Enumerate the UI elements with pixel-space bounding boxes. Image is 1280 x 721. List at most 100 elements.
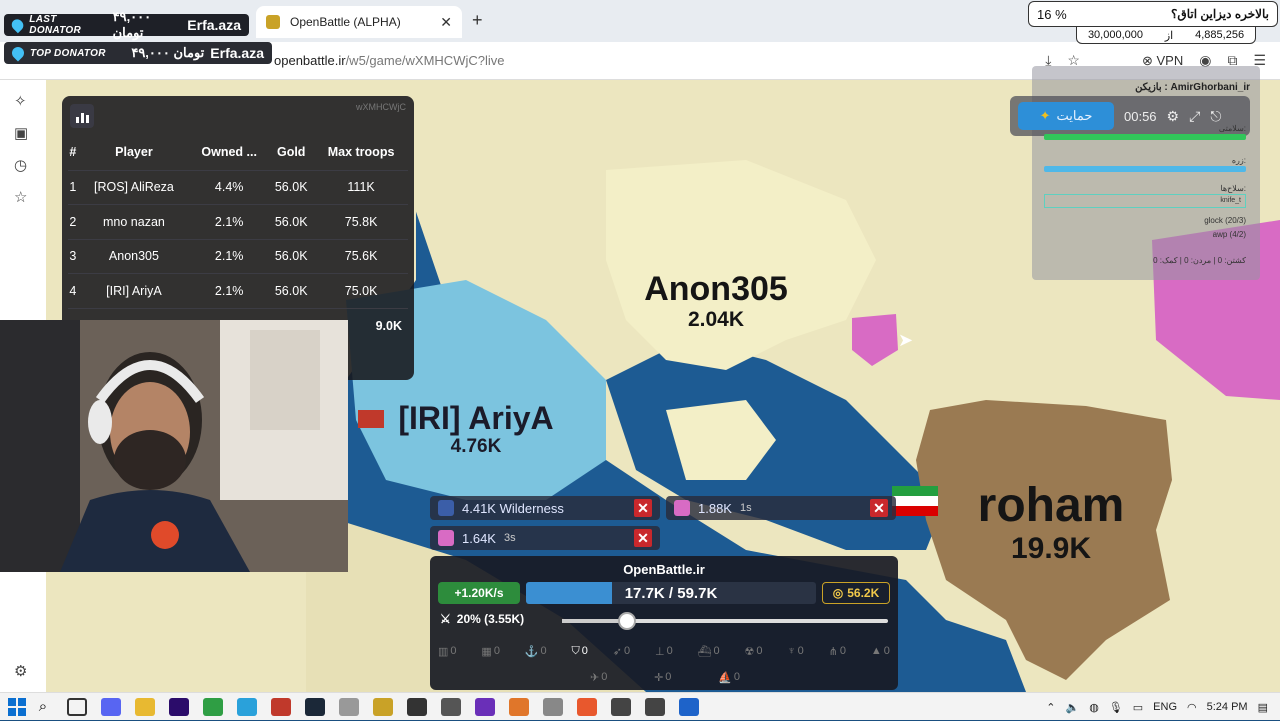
build-count: 0: [756, 645, 763, 657]
top-donator-banner: TOP DONATOR ۴۹,۰۰۰ تومان Erfa.aza: [4, 42, 272, 64]
attack-row-2[interactable]: 1.88K 1s ✕: [666, 496, 896, 520]
build-city-button[interactable]: ▥ 0: [438, 640, 457, 662]
boat-icon: [438, 500, 454, 516]
build-nuke-button[interactable]: ☢ 0: [745, 640, 763, 662]
app-icon[interactable]: [509, 697, 529, 716]
leaderboard-chart-icon[interactable]: [70, 104, 94, 128]
build-mirv-button[interactable]: ⋔ 0: [829, 640, 846, 662]
mic-icon[interactable]: 🎙: [1109, 701, 1123, 714]
build-port-button[interactable]: ⚓ 0: [525, 640, 547, 662]
tab-openbattle[interactable]: OpenBattle (ALPHA) ✕: [256, 6, 462, 38]
table-row[interactable]: 2 mno nazan 2.1% 56.0K 75.8K: [68, 204, 408, 239]
table-row[interactable]: 4 [IRI] AriyA 2.1% 56.0K 75.0K: [68, 273, 408, 308]
build-warship-button[interactable]: ⛴ 0: [698, 640, 720, 662]
windows-start-icon[interactable]: [8, 697, 26, 716]
attack-ratio-slider[interactable]: [562, 612, 888, 630]
task-view-icon[interactable]: [67, 697, 87, 716]
unit-button-1[interactable]: ✈ 0: [590, 668, 607, 686]
build-hbomb-button[interactable]: ♆ 0: [787, 640, 803, 662]
gold-cell: 56.0K: [268, 273, 315, 308]
clock[interactable]: 5:24 PM: [1207, 701, 1248, 713]
weapons-label: سلاح‌ها:: [1220, 184, 1246, 193]
game-overlay-panel: بازیکن : AmirGhorbani_ir ✦ حمایت 00:56 ⚙…: [1010, 66, 1260, 280]
ai-sparkle-icon[interactable]: ✧: [14, 92, 27, 110]
table-row[interactable]: 1 [ROS] AliReza 4.4% 56.0K 111K: [68, 169, 408, 205]
favorites-icon[interactable]: ☆: [14, 188, 27, 206]
poll-progress: 30,000,000 از 4,885,256: [1076, 26, 1256, 44]
windows-taskbar: ⌕ ⌃ 🔈 ◍ 🎙 ▭ ENG ◠ 5:24 PM ▤: [0, 692, 1280, 720]
app-icon[interactable]: [611, 697, 631, 716]
player-troops-ariya: 4.76K: [450, 436, 502, 457]
fullscreen-icon[interactable]: ⤢: [1189, 108, 1200, 125]
build-missile-button[interactable]: ➶ 0: [613, 640, 630, 662]
app-icon[interactable]: [679, 697, 699, 716]
support-button[interactable]: ✦ حمایت: [1018, 102, 1114, 130]
terminal-icon[interactable]: [441, 697, 461, 716]
unit-button-2[interactable]: ✛ 0: [654, 668, 671, 686]
build-sam-button[interactable]: ▲ 0: [871, 640, 890, 662]
exit-icon[interactable]: ⎋: [1210, 108, 1221, 125]
weapon-slot-current[interactable]: knife_t: [1044, 194, 1246, 208]
volume-icon[interactable]: 🔈: [1065, 701, 1079, 714]
weapon-slot-2[interactable]: glock (20/3): [1204, 216, 1246, 225]
wifi-icon[interactable]: ◠: [1187, 701, 1197, 714]
network-icon[interactable]: ◍: [1089, 701, 1099, 714]
openbattle-app-icon[interactable]: [373, 697, 393, 716]
build-factory-button[interactable]: ▦ 0: [481, 640, 500, 662]
slider-knob[interactable]: [618, 612, 637, 630]
unit-count: 0: [733, 671, 740, 683]
last-donator-label: LAST DONATOR: [29, 14, 82, 36]
col-player[interactable]: Player: [78, 134, 190, 170]
discord-icon[interactable]: [101, 697, 121, 716]
build-count: 0: [713, 645, 720, 657]
col-rank[interactable]: #: [68, 134, 78, 170]
app-icon[interactable]: [543, 697, 563, 716]
build-silo-button[interactable]: ⊥ 0: [655, 640, 673, 662]
plane-icon: ✈: [590, 671, 600, 684]
language-indicator[interactable]: ENG: [1153, 701, 1177, 713]
app-icon[interactable]: [645, 697, 665, 716]
rank-cell: 1: [68, 169, 78, 205]
unit-button-3[interactable]: ⛵ 0: [718, 668, 740, 686]
col-gold[interactable]: Gold: [268, 134, 314, 170]
iri-flag-icon: [358, 410, 384, 428]
search-icon[interactable]: ⌕: [33, 698, 53, 716]
telegram-icon[interactable]: [237, 697, 257, 716]
attack-row-wilderness[interactable]: 4.41K Wilderness ✕: [430, 496, 660, 520]
gold-cell: 56.0K: [268, 238, 315, 274]
rider-icon[interactable]: [475, 697, 495, 716]
settings-gear-icon[interactable]: ⚙: [14, 662, 27, 680]
history-icon[interactable]: ◷: [14, 156, 27, 174]
chrome-icon[interactable]: [203, 697, 223, 716]
cancel-attack-button[interactable]: ✕: [634, 499, 652, 517]
build-defense-button[interactable]: ⛉ 0: [572, 640, 588, 662]
app-icon[interactable]: [271, 697, 291, 716]
firefox-icon[interactable]: [577, 697, 597, 716]
rank-cell: 2: [68, 204, 78, 239]
screenshot-icon[interactable]: ▣: [14, 124, 28, 142]
col-owned[interactable]: Owned ...: [190, 134, 268, 170]
cancel-attack-button[interactable]: ✕: [870, 499, 888, 517]
steam-icon[interactable]: [305, 697, 325, 716]
gold-display: ◎ 56.2K: [822, 582, 890, 604]
settings-gear-icon[interactable]: ⚙: [1167, 108, 1180, 125]
col-max-troops[interactable]: Max troops: [314, 134, 408, 170]
obs-icon[interactable]: [407, 697, 427, 716]
new-tab-button[interactable]: +: [472, 10, 483, 31]
attack-time: 1s: [739, 502, 752, 514]
battery-icon[interactable]: ▭: [1133, 701, 1143, 714]
table-row[interactable]: 3 Anon305 2.1% 56.0K 75.6K: [68, 238, 408, 274]
notifications-icon[interactable]: ▤: [1258, 701, 1268, 714]
app-icon[interactable]: [339, 697, 359, 716]
cancel-attack-button[interactable]: ✕: [634, 529, 652, 547]
url-path: /w5/game/wXMHCWjC?live: [345, 53, 505, 68]
tray-chevron-icon[interactable]: ⌃: [1046, 701, 1055, 714]
premiere-icon[interactable]: [169, 697, 189, 716]
url-text[interactable]: openbattle.ir/w5/game/wXMHCWjC?live: [274, 53, 504, 68]
missile-icon: ➶: [612, 645, 622, 658]
weapon-slot-3[interactable]: awp (4/2): [1213, 230, 1246, 239]
tab-close-icon[interactable]: ✕: [440, 14, 452, 31]
file-explorer-icon[interactable]: [135, 697, 155, 716]
player-cell: [ROS] AliReza: [77, 169, 191, 205]
attack-row-3[interactable]: 1.64K 3s ✕: [430, 526, 660, 550]
